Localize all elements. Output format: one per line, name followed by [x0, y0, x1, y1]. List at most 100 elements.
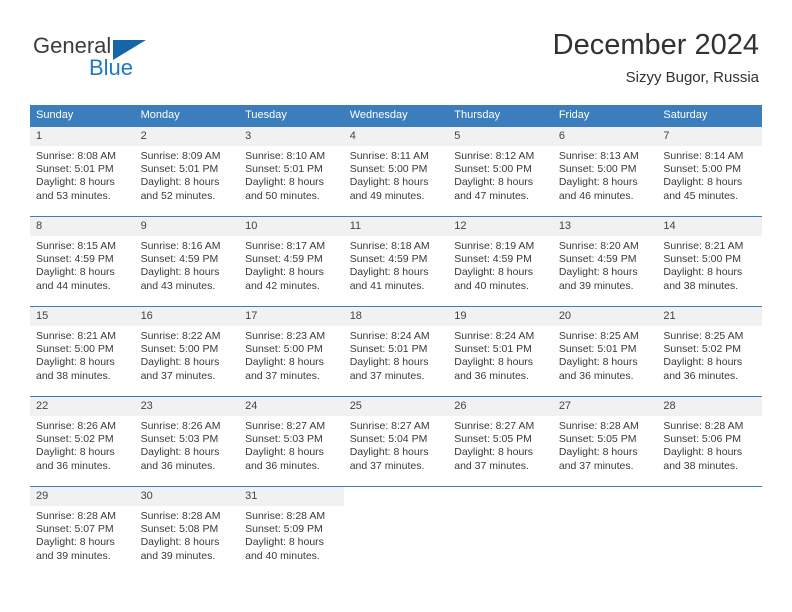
daylight-text-line1: Daylight: 8 hours: [663, 446, 743, 459]
calendar-day-cell[interactable]: 16 Sunrise: 8:22 AM Sunset: 5:00 PM Dayligh…: [134, 306, 240, 397]
calendar-week-row: 1 Sunrise: 8:08 AM Sunset: 5:01 PM Daylight…: [30, 126, 762, 217]
sunset-text: Sunset: 4:59 PM: [349, 253, 428, 266]
day-number: 12: [448, 217, 553, 236]
daylight-text-line1: Daylight: 8 hours: [349, 446, 429, 459]
sunrise-text: Sunrise: 8:08 AM: [36, 150, 116, 162]
calendar-day-cell[interactable]: 15 Sunrise: 8:21 AM Sunset: 5:00 PM Dayligh…: [30, 306, 135, 397]
sunrise-text: Sunrise: 8:16 AM: [140, 240, 221, 252]
daylight-text-line2: and 38 minutes.: [663, 279, 739, 292]
day-number: [657, 487, 762, 506]
calendar-header-row: Sunday Monday Tuesday Wednesday Thursday…: [30, 105, 762, 127]
sunset-text: Sunset: 5:03 PM: [245, 433, 323, 446]
calendar-day-cell[interactable]: 30 Sunrise: 8:28 AM Sunset: 5:08 PM Dayligh…: [134, 486, 240, 576]
sunrise-text: Sunrise: 8:28 AM: [558, 420, 639, 432]
day-cell-inner: [657, 487, 762, 576]
sunrise-text: Sunrise: 8:14 AM: [663, 150, 744, 162]
calendar-day-cell[interactable]: 31 Sunrise: 8:28 AM Sunset: 5:09 PM Dayligh…: [239, 486, 344, 576]
calendar-day-cell[interactable]: 5 Sunrise: 8:12 AM Sunset: 5:00 PM Daylight…: [448, 126, 553, 217]
calendar-day-cell[interactable]: 24 Sunrise: 8:27 AM Sunset: 5:03 PM Dayligh…: [239, 396, 344, 487]
day-cell-inner: 2 Sunrise: 8:09 AM Sunset: 5:01 PM Daylight…: [134, 127, 240, 216]
daylight-text-line1: Daylight: 8 hours: [245, 446, 324, 459]
weekday-header-monday: Monday: [134, 105, 240, 127]
daylight-text-line1: Daylight: 8 hours: [454, 266, 534, 279]
sunset-text: Sunset: 5:09 PM: [245, 523, 323, 536]
day-cell-inner: 17 Sunrise: 8:23 AM Sunset: 5:00 PM Dayligh…: [239, 307, 344, 396]
calendar-day-cell[interactable]: 14 Sunrise: 8:21 AM Sunset: 5:00 PM Dayligh…: [657, 216, 762, 307]
daylight-text-line1: Daylight: 8 hours: [140, 266, 220, 279]
calendar-day-cell-empty: [657, 486, 762, 576]
day-cell-inner: 26 Sunrise: 8:27 AM Sunset: 5:05 PM Dayligh…: [448, 397, 553, 486]
daylight-text-line1: Daylight: 8 hours: [454, 176, 534, 189]
calendar-day-cell[interactable]: 12 Sunrise: 8:19 AM Sunset: 4:59 PM Dayligh…: [448, 216, 553, 307]
day-number: 31: [239, 487, 344, 506]
daylight-text-line2: and 39 minutes.: [558, 279, 634, 292]
day-details: [448, 506, 553, 510]
sunset-text: Sunset: 5:01 PM: [36, 163, 114, 176]
calendar-day-cell[interactable]: 20 Sunrise: 8:25 AM Sunset: 5:01 PM Dayligh…: [552, 306, 658, 397]
sunset-text: Sunset: 5:01 PM: [558, 343, 637, 356]
calendar-week-row: 22 Sunrise: 8:26 AM Sunset: 5:02 PM Dayligh…: [30, 396, 762, 487]
calendar-day-cell[interactable]: 29 Sunrise: 8:28 AM Sunset: 5:07 PM Dayligh…: [30, 486, 135, 576]
daylight-text-line2: and 49 minutes.: [349, 189, 425, 202]
day-details: Sunrise: 8:13 AM Sunset: 5:00 PM Daylight:…: [553, 146, 658, 203]
calendar-day-cell[interactable]: 7 Sunrise: 8:14 AM Sunset: 5:00 PM Daylight…: [657, 126, 762, 217]
calendar-day-cell[interactable]: 10 Sunrise: 8:17 AM Sunset: 4:59 PM Dayligh…: [239, 216, 344, 307]
calendar-day-cell[interactable]: 28 Sunrise: 8:28 AM Sunset: 5:06 PM Dayligh…: [657, 396, 762, 487]
calendar-day-cell[interactable]: 1 Sunrise: 8:08 AM Sunset: 5:01 PM Daylight…: [30, 126, 135, 217]
calendar-day-cell[interactable]: 19 Sunrise: 8:24 AM Sunset: 5:01 PM Dayligh…: [448, 306, 553, 397]
calendar-day-cell[interactable]: 17 Sunrise: 8:23 AM Sunset: 5:00 PM Dayligh…: [239, 306, 344, 397]
daylight-text-line1: Daylight: 8 hours: [140, 176, 220, 189]
calendar-day-cell[interactable]: 23 Sunrise: 8:26 AM Sunset: 5:03 PM Dayligh…: [134, 396, 240, 487]
day-number: 9: [134, 217, 240, 236]
day-number: [552, 487, 658, 506]
daylight-text-line2: and 43 minutes.: [140, 279, 216, 292]
sunset-text: Sunset: 5:01 PM: [454, 343, 532, 356]
sunrise-text: Sunrise: 8:28 AM: [140, 510, 221, 522]
daylight-text-line2: and 37 minutes.: [349, 459, 425, 472]
weekday-header-saturday: Saturday: [657, 105, 762, 127]
calendar-day-cell[interactable]: 8 Sunrise: 8:15 AM Sunset: 4:59 PM Daylight…: [30, 216, 135, 307]
sunrise-text: Sunrise: 8:21 AM: [36, 330, 116, 342]
day-cell-inner: 21 Sunrise: 8:25 AM Sunset: 5:02 PM Dayligh…: [657, 307, 762, 396]
daylight-text-line2: and 36 minutes.: [36, 459, 111, 472]
calendar-day-cell[interactable]: 25 Sunrise: 8:27 AM Sunset: 5:04 PM Dayligh…: [343, 396, 449, 487]
sunset-text: Sunset: 5:07 PM: [36, 523, 114, 536]
day-cell-inner: 16 Sunrise: 8:22 AM Sunset: 5:00 PM Dayligh…: [134, 307, 240, 396]
sunset-text: Sunset: 4:59 PM: [454, 253, 532, 266]
day-details: Sunrise: 8:14 AM Sunset: 5:00 PM Daylight:…: [657, 146, 762, 203]
sunrise-text: Sunrise: 8:18 AM: [349, 240, 430, 252]
day-number: 29: [30, 487, 135, 506]
calendar-day-cell[interactable]: 4 Sunrise: 8:11 AM Sunset: 5:00 PM Daylight…: [343, 126, 449, 217]
daylight-text-line1: Daylight: 8 hours: [245, 356, 324, 369]
brand-logo[interactable]: General Blue: [33, 33, 203, 83]
calendar-day-cell[interactable]: 26 Sunrise: 8:27 AM Sunset: 5:05 PM Dayligh…: [448, 396, 553, 487]
page-subtitle: Sizyy Bugor, Russia: [625, 69, 759, 86]
calendar-week-row: 8 Sunrise: 8:15 AM Sunset: 4:59 PM Daylight…: [30, 216, 762, 307]
day-details: Sunrise: 8:23 AM Sunset: 5:00 PM Daylight:…: [239, 326, 344, 383]
calendar-day-cell[interactable]: 27 Sunrise: 8:28 AM Sunset: 5:05 PM Dayligh…: [552, 396, 658, 487]
calendar-day-cell[interactable]: 11 Sunrise: 8:18 AM Sunset: 4:59 PM Dayligh…: [343, 216, 449, 307]
sunset-text: Sunset: 4:59 PM: [558, 253, 637, 266]
daylight-text-line1: Daylight: 8 hours: [349, 356, 429, 369]
day-details: Sunrise: 8:26 AM Sunset: 5:02 PM Daylight:…: [30, 416, 135, 473]
sunrise-text: Sunrise: 8:20 AM: [558, 240, 639, 252]
calendar-day-cell[interactable]: 22 Sunrise: 8:26 AM Sunset: 5:02 PM Dayligh…: [30, 396, 135, 487]
calendar-day-cell[interactable]: 3 Sunrise: 8:10 AM Sunset: 5:01 PM Daylight…: [239, 126, 344, 217]
day-details: Sunrise: 8:28 AM Sunset: 5:05 PM Daylight:…: [553, 416, 658, 473]
daylight-text-line1: Daylight: 8 hours: [36, 266, 115, 279]
day-number: 4: [343, 127, 449, 146]
calendar-day-cell[interactable]: 2 Sunrise: 8:09 AM Sunset: 5:01 PM Daylight…: [134, 126, 240, 217]
calendar-day-cell[interactable]: 13 Sunrise: 8:20 AM Sunset: 4:59 PM Dayligh…: [552, 216, 658, 307]
daylight-text-line1: Daylight: 8 hours: [558, 356, 638, 369]
calendar-day-cell[interactable]: 21 Sunrise: 8:25 AM Sunset: 5:02 PM Dayligh…: [657, 306, 762, 397]
daylight-text-line1: Daylight: 8 hours: [140, 536, 220, 549]
calendar-day-cell[interactable]: 18 Sunrise: 8:24 AM Sunset: 5:01 PM Dayligh…: [343, 306, 449, 397]
calendar-day-cell[interactable]: 6 Sunrise: 8:13 AM Sunset: 5:00 PM Daylight…: [552, 126, 658, 217]
page-title: December 2024: [552, 29, 759, 61]
day-details: Sunrise: 8:12 AM Sunset: 5:00 PM Daylight:…: [448, 146, 553, 203]
day-number: 16: [134, 307, 240, 326]
day-details: Sunrise: 8:25 AM Sunset: 5:02 PM Daylight:…: [657, 326, 762, 383]
sunrise-text: Sunrise: 8:25 AM: [663, 330, 744, 342]
daylight-text-line2: and 37 minutes.: [349, 369, 425, 382]
calendar-day-cell[interactable]: 9 Sunrise: 8:16 AM Sunset: 4:59 PM Daylight…: [134, 216, 240, 307]
